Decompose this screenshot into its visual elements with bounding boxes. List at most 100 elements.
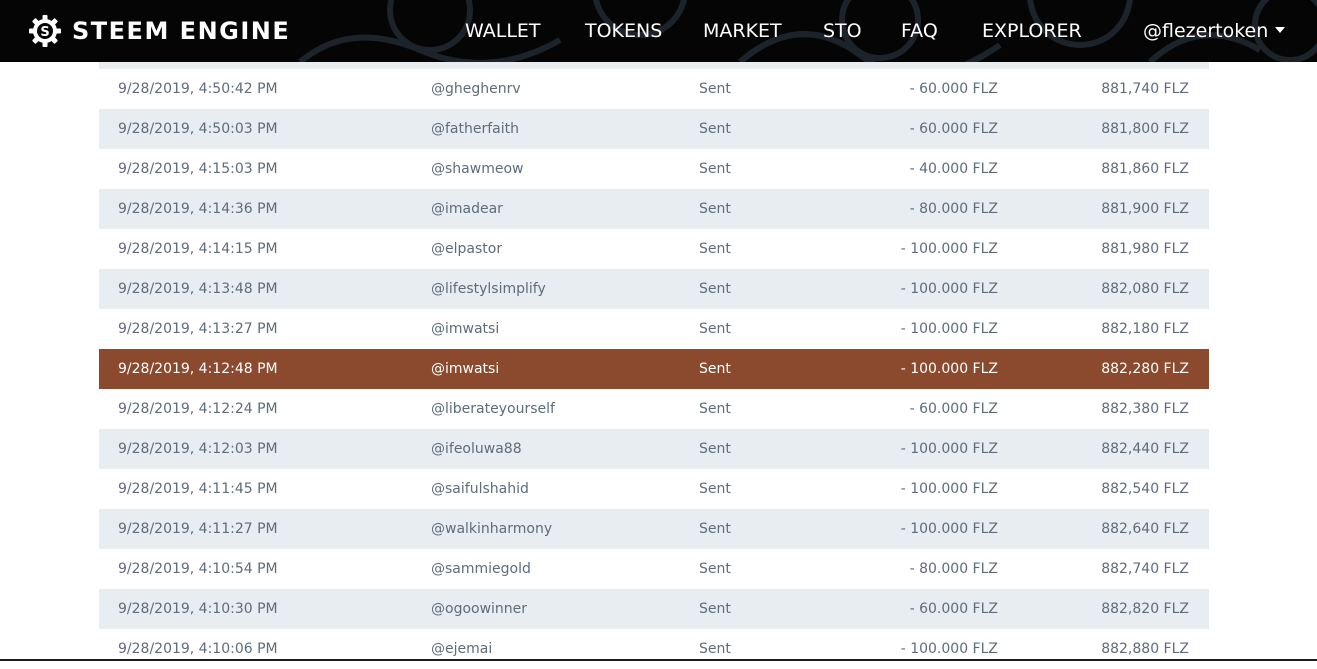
row-balance: 882,820 FLZ: [1101, 601, 1189, 617]
row-amount: - 100.000 FLZ: [900, 281, 998, 297]
user-name: @flezertoken: [1143, 20, 1269, 42]
brand-home-link[interactable]: S STEEM ENGINE: [28, 14, 290, 48]
navbar: S STEEM ENGINE WALLET TOKENS MARKET STO …: [0, 0, 1317, 62]
chevron-down-icon: [1275, 27, 1286, 33]
nav-explorer[interactable]: EXPLORER: [982, 18, 1082, 44]
row-balance: 881,800 FLZ: [1101, 121, 1189, 137]
row-date: 9/28/2019, 4:12:48 PM: [118, 361, 278, 377]
row-user-link[interactable]: @gheghenrv: [431, 69, 521, 109]
row-balance: 881,980 FLZ: [1101, 241, 1189, 257]
row-date: 9/28/2019, 4:11:45 PM: [118, 481, 278, 497]
table-row-selected[interactable]: 9/28/2019, 4:12:48 PM @imwatsi Sent - 10…: [99, 349, 1209, 389]
row-balance: 882,180 FLZ: [1101, 321, 1189, 337]
nav-wallet[interactable]: WALLET: [465, 18, 541, 44]
table-row[interactable]: 9/28/2019, 4:11:45 PM @saifulshahid Sent…: [99, 469, 1209, 509]
steem-engine-logo-icon: S: [29, 15, 61, 47]
row-amount: - 100.000 FLZ: [900, 361, 998, 377]
row-amount: - 100.000 FLZ: [900, 641, 998, 657]
row-date: 9/28/2019, 4:10:30 PM: [118, 601, 278, 617]
row-amount: - 80.000 FLZ: [909, 561, 998, 577]
table-row[interactable]: 9/28/2019, 4:15:03 PM @shawmeow Sent - 4…: [99, 149, 1209, 189]
row-type: Sent: [699, 601, 731, 617]
row-user-link[interactable]: @imwatsi: [431, 309, 499, 349]
row-user-link[interactable]: @walkinharmony: [431, 509, 552, 549]
row-date: 9/28/2019, 4:15:03 PM: [118, 161, 278, 177]
row-type: Sent: [699, 481, 731, 497]
row-amount: - 60.000 FLZ: [909, 121, 998, 137]
row-type: Sent: [699, 201, 731, 217]
row-balance: 882,440 FLZ: [1101, 441, 1189, 457]
row-amount: - 60.000 FLZ: [909, 81, 998, 97]
row-balance: 882,380 FLZ: [1101, 401, 1189, 417]
row-type: Sent: [699, 401, 731, 417]
table-row[interactable]: 9/28/2019, 4:14:36 PM @imadear Sent - 80…: [99, 189, 1209, 229]
row-date: 9/28/2019, 4:50:42 PM: [118, 81, 278, 97]
table-row[interactable]: 9/28/2019, 4:13:48 PM @lifestylsimplify …: [99, 269, 1209, 309]
row-type: Sent: [699, 281, 731, 297]
row-type: Sent: [699, 81, 731, 97]
row-date: 9/28/2019, 4:10:06 PM: [118, 641, 278, 657]
row-type: Sent: [699, 121, 731, 137]
row-user-link[interactable]: @elpastor: [431, 229, 502, 269]
row-amount: - 100.000 FLZ: [900, 241, 998, 257]
row-balance: 881,900 FLZ: [1101, 201, 1189, 217]
row-balance: 881,740 FLZ: [1101, 81, 1189, 97]
row-user-link[interactable]: @ogoowinner: [431, 589, 527, 629]
nav-tokens[interactable]: TOKENS: [585, 18, 662, 44]
table-row[interactable]: 9/28/2019, 4:12:24 PM @liberateyourself …: [99, 389, 1209, 429]
table-row[interactable]: 9/28/2019, 4:10:30 PM @ogoowinner Sent -…: [99, 589, 1209, 629]
table-row[interactable]: 9/28/2019, 4:12:03 PM @ifeoluwa88 Sent -…: [99, 429, 1209, 469]
row-balance: 882,740 FLZ: [1101, 561, 1189, 577]
row-user-link[interactable]: @shawmeow: [431, 149, 523, 189]
row-user-link[interactable]: @saifulshahid: [431, 469, 529, 509]
transactions-table: 9/28/2019, 4:50:42 PM @gheghenrv Sent - …: [99, 62, 1209, 669]
row-amount: - 100.000 FLZ: [900, 481, 998, 497]
user-menu-dropdown[interactable]: @flezertoken: [1143, 18, 1286, 44]
row-amount: - 40.000 FLZ: [909, 161, 998, 177]
row-user-link[interactable]: @ejemai: [431, 629, 492, 669]
row-user-link[interactable]: @lifestylsimplify: [431, 269, 546, 309]
row-type: Sent: [699, 521, 731, 537]
row-type: Sent: [699, 361, 731, 377]
table-row[interactable]: 9/28/2019, 4:10:06 PM @ejemai Sent - 100…: [99, 629, 1209, 669]
row-date: 9/28/2019, 4:13:27 PM: [118, 321, 278, 337]
nav-faq[interactable]: FAQ: [901, 18, 938, 44]
row-amount: - 80.000 FLZ: [909, 201, 998, 217]
row-amount: - 60.000 FLZ: [909, 601, 998, 617]
row-user-link[interactable]: @liberateyourself: [431, 389, 555, 429]
table-row[interactable]: 9/28/2019, 4:14:15 PM @elpastor Sent - 1…: [99, 229, 1209, 269]
row-date: 9/28/2019, 4:50:03 PM: [118, 121, 278, 137]
row-date: 9/28/2019, 4:13:48 PM: [118, 281, 278, 297]
row-user-link[interactable]: @sammiegold: [431, 549, 531, 589]
row-date: 9/28/2019, 4:11:27 PM: [118, 521, 278, 537]
row-date: 9/28/2019, 4:14:15 PM: [118, 241, 278, 257]
table-row[interactable]: 9/28/2019, 4:50:42 PM @gheghenrv Sent - …: [99, 69, 1209, 109]
row-amount: - 60.000 FLZ: [909, 401, 998, 417]
row-user-link[interactable]: @imwatsi: [431, 349, 499, 389]
row-date: 9/28/2019, 4:12:03 PM: [118, 441, 278, 457]
table-row[interactable]: 9/28/2019, 4:50:03 PM @fatherfaith Sent …: [99, 109, 1209, 149]
row-date: 9/28/2019, 4:12:24 PM: [118, 401, 278, 417]
row-type: Sent: [699, 241, 731, 257]
row-user-link[interactable]: @fatherfaith: [431, 109, 519, 149]
brand-name: STEEM ENGINE: [72, 17, 291, 45]
row-user-link[interactable]: @imadear: [431, 189, 503, 229]
row-type: Sent: [699, 641, 731, 657]
row-balance: 882,640 FLZ: [1101, 521, 1189, 537]
svg-text:S: S: [40, 25, 49, 40]
table-row-partial: [99, 62, 1209, 69]
row-balance: 882,540 FLZ: [1101, 481, 1189, 497]
row-user-link[interactable]: @ifeoluwa88: [431, 429, 522, 469]
row-type: Sent: [699, 561, 731, 577]
row-balance: 882,280 FLZ: [1101, 361, 1189, 377]
nav-sto[interactable]: STO: [823, 18, 862, 44]
nav-market[interactable]: MARKET: [703, 18, 782, 44]
row-type: Sent: [699, 161, 731, 177]
table-row[interactable]: 9/28/2019, 4:10:54 PM @sammiegold Sent -…: [99, 549, 1209, 589]
row-amount: - 100.000 FLZ: [900, 441, 998, 457]
row-date: 9/28/2019, 4:10:54 PM: [118, 561, 278, 577]
table-row[interactable]: 9/28/2019, 4:11:27 PM @walkinharmony Sen…: [99, 509, 1209, 549]
row-balance: 881,860 FLZ: [1101, 161, 1189, 177]
table-row[interactable]: 9/28/2019, 4:13:27 PM @imwatsi Sent - 10…: [99, 309, 1209, 349]
row-amount: - 100.000 FLZ: [900, 521, 998, 537]
